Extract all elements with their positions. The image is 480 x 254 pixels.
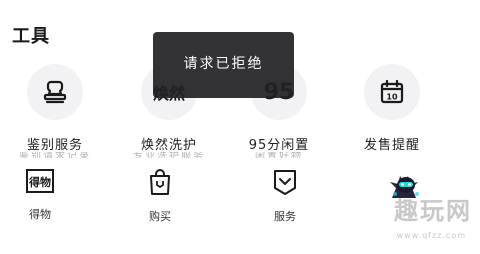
tool-label: 发售提醒 [363,138,420,153]
tab-dewu[interactable]: 得物 得物 [0,168,80,222]
dewu-logo-text: 得物 [28,175,51,189]
calendar-day-number: 10 [386,93,398,102]
stamp-icon [27,64,83,120]
tab-service[interactable]: 服务 [245,168,325,224]
toast-message: 请求已拒绝 [153,32,294,98]
dewu-logo-icon: 得物 [26,169,54,193]
shield-icon [274,170,296,195]
tool-release-reminder[interactable]: 10 发售提醒 [337,64,447,156]
tool-label: 95分闲置 [248,138,310,153]
tab-label: 购买 [149,210,171,223]
tab-buy[interactable]: 购买 [120,168,200,224]
shopping-bag-icon [150,169,170,195]
tool-authentication-service[interactable]: 鉴别服务 鉴别请求记录 [0,64,110,160]
watermark-url: www.qfzz.com [396,231,466,240]
tools-section-title: 工具 [12,26,50,47]
tab-label: 服务 [274,210,296,223]
tab-label: 得物 [29,208,51,221]
tool-label: 焕然洗护 [140,138,197,153]
watermark-text: 趣玩网 [394,197,472,225]
tool-label: 鉴别服务 [26,138,83,153]
calendar-icon: 10 [364,64,420,120]
